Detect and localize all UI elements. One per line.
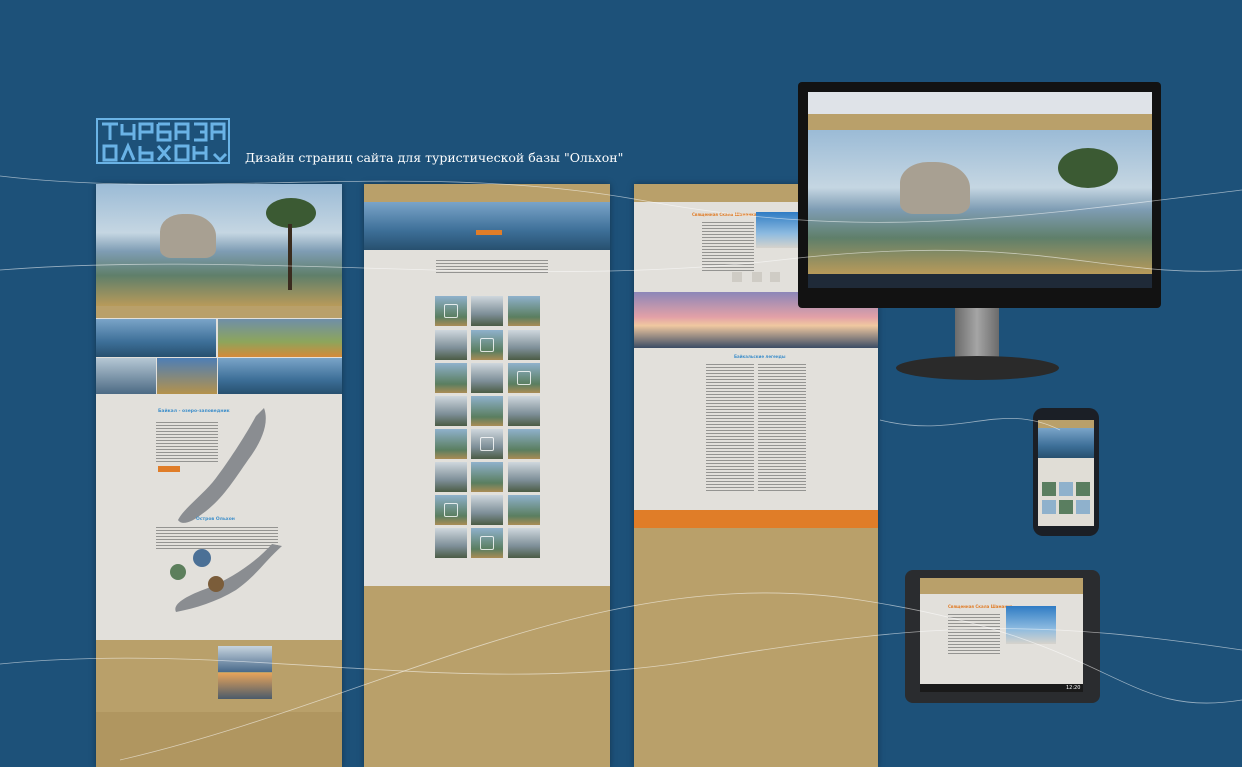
baikal-map [178, 408, 266, 523]
gallery-icon [444, 503, 458, 517]
gallery-thumb[interactable] [508, 495, 540, 525]
gallery-icon [480, 536, 494, 550]
header-strip [364, 184, 610, 202]
tree-trunk [288, 224, 292, 290]
tablet-navbar [920, 684, 1083, 692]
mockup-page-gallery [364, 184, 610, 767]
tablet-photo [1006, 606, 1056, 644]
tablet-screen: Священная Скала Шаманка 12:20 [920, 578, 1083, 692]
photo-7 [218, 673, 272, 699]
gallery-icon [480, 338, 494, 352]
phone-header [1038, 420, 1094, 428]
gallery-icon [444, 304, 458, 318]
phone-thumb [1076, 500, 1090, 514]
gallery-thumb[interactable] [471, 528, 503, 558]
gallery-thumb[interactable] [471, 363, 503, 393]
phone-hero [1038, 428, 1094, 458]
orange-strip [634, 510, 878, 528]
gallery-thumb[interactable] [471, 296, 503, 326]
gallery-icon [480, 437, 494, 451]
column-text-1 [706, 364, 754, 492]
footer-tan-2 [96, 712, 342, 767]
gallery-thumb[interactable] [508, 296, 540, 326]
article-title: Священная Скала Шаманка [692, 212, 757, 217]
gallery-thumb[interactable] [471, 330, 503, 360]
gallery-thumb[interactable] [435, 330, 467, 360]
mockup-page-home: Байкал - озеро-заповедник Остров Ольхон [96, 184, 342, 767]
site-header [808, 114, 1152, 130]
photo-3 [96, 358, 156, 394]
taskbar [808, 274, 1152, 288]
gallery-thumb[interactable] [508, 396, 540, 426]
hero-banner [364, 202, 610, 250]
column-text-2 [758, 364, 806, 492]
rock-shape [160, 214, 216, 258]
photo-1 [96, 319, 216, 357]
gallery-thumb[interactable] [471, 396, 503, 426]
photo-4 [157, 358, 217, 394]
tagline: Дизайн страниц сайта для туристической б… [245, 150, 624, 165]
gallery-thumb[interactable] [435, 462, 467, 492]
tree-shape [1058, 148, 1118, 188]
phone-thumb [1042, 482, 1056, 496]
gallery-thumb[interactable] [508, 528, 540, 558]
tablet-header [920, 578, 1083, 594]
phone-thumb [1059, 482, 1073, 496]
booking-button[interactable] [476, 230, 502, 235]
section-heading-2: Остров Ольхон [196, 517, 235, 522]
legend-heading: Байкальские легенды [734, 354, 786, 359]
gallery-thumb[interactable] [471, 429, 503, 459]
phone-thumb [1076, 482, 1090, 496]
icon-a [732, 272, 742, 282]
footer-tan [364, 586, 610, 767]
tablet-article-title: Священная Скала Шаманка [948, 604, 1013, 609]
gallery-thumb[interactable] [471, 495, 503, 525]
gallery-thumb[interactable] [435, 396, 467, 426]
icon-b [752, 272, 762, 282]
gallery-thumb[interactable] [508, 363, 540, 393]
monitor-screen [808, 92, 1152, 288]
phone-thumb [1059, 500, 1073, 514]
island-map [170, 544, 282, 612]
gallery-thumb[interactable] [508, 462, 540, 492]
icon-c [770, 272, 780, 282]
gallery-thumb[interactable] [508, 429, 540, 459]
gallery-thumb[interactable] [435, 363, 467, 393]
article-text [702, 222, 754, 272]
phone-thumb [1042, 500, 1056, 514]
tablet-time: 12:20 [1066, 685, 1081, 691]
gallery-thumb[interactable] [471, 462, 503, 492]
photo-2 [218, 319, 342, 357]
gallery-thumb[interactable] [508, 330, 540, 360]
monitor-base [896, 356, 1059, 380]
tablet-text [948, 614, 1000, 654]
header-strip [96, 306, 342, 318]
photo-5 [218, 358, 342, 394]
gallery-icon [517, 371, 531, 385]
phone-screen [1038, 420, 1094, 526]
browser-toolbar [808, 92, 1152, 114]
gallery-thumb[interactable] [435, 429, 467, 459]
gallery-thumb[interactable] [435, 528, 467, 558]
logo-icon [96, 118, 230, 164]
gallery-thumb[interactable] [435, 495, 467, 525]
rock-shape [900, 162, 970, 214]
footer-tan [634, 528, 878, 767]
gallery-thumb[interactable] [435, 296, 467, 326]
photo-6 [218, 646, 272, 672]
intro-text [436, 260, 548, 274]
